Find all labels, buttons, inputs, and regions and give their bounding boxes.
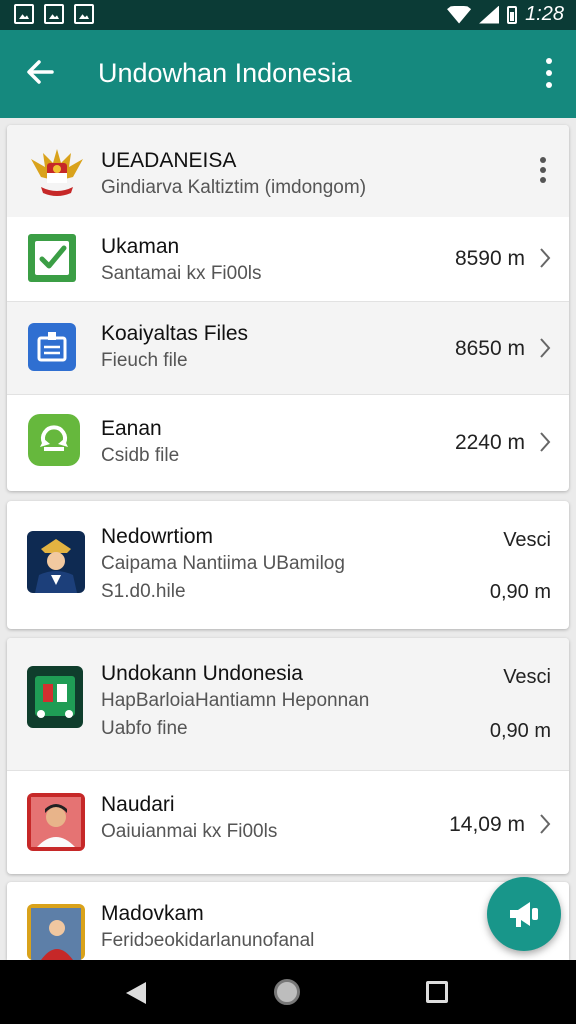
- file-card-description: Feridɔeokidarlanunofanal: [101, 930, 315, 951]
- list-item-subtitle: Fieuch file: [101, 350, 188, 371]
- file-card-type: S1.d0.hile: [101, 581, 186, 602]
- arrow-left-icon[interactable]: [22, 54, 58, 90]
- battery-icon: [507, 5, 518, 24]
- list-item-type: Uabfo fine: [101, 718, 188, 739]
- file-card[interactable]: Madovkam Feridɔeokidarlanunofanal: [7, 882, 569, 960]
- megaphone-icon: [510, 902, 538, 927]
- page-title: Undowhan Indonesia: [98, 58, 352, 88]
- chevron-right-icon: [540, 814, 551, 834]
- list-item[interactable]: Ukaman Santamai kx Fi00ls 8590 m: [7, 217, 569, 301]
- app-bar: Undowhan Indonesia: [0, 30, 576, 118]
- list-item-description: HapBarloiaHantiamn Heponnan: [101, 690, 370, 711]
- list-item-title: Naudari: [101, 793, 175, 816]
- file-card-title: Madovkam: [101, 902, 204, 925]
- garuda-emblem-icon: [31, 149, 83, 196]
- list-item-size: 8590 m: [454, 247, 525, 270]
- people-photo-icon: [27, 904, 85, 960]
- file-group-card: Undokann Undonesia HapBarloiaHantiamn He…: [7, 638, 569, 874]
- more-vert-icon[interactable]: [544, 58, 554, 88]
- green-check-icon: [28, 234, 76, 282]
- chevron-right-icon: [540, 338, 551, 358]
- card-header-title: UEADANEISA: [101, 149, 237, 172]
- file-card-title: Nedowrtiom: [101, 525, 214, 548]
- green-game-icon: [27, 666, 83, 728]
- card-header[interactable]: UEADANEISA Gindiarva Kaltiztim (imdongom…: [7, 125, 569, 217]
- nav-home-icon[interactable]: [274, 979, 300, 1005]
- status-time: 1:28: [525, 3, 564, 25]
- image-notification-icon: [14, 4, 34, 24]
- list-item-title: Eanan: [101, 417, 162, 440]
- status-bar: 1:28: [0, 0, 576, 30]
- officer-portrait-icon: [27, 531, 85, 593]
- notification-icons: [14, 4, 94, 24]
- chevron-right-icon: [540, 432, 551, 452]
- photo-notification-icon: [44, 4, 64, 24]
- list-item[interactable]: Koaiyaltas Files Fieuch file 8650 m: [7, 302, 569, 394]
- list-item-size: 2240 m: [454, 431, 525, 454]
- list-item-subtitle: Csidb file: [101, 445, 180, 466]
- file-group-card: UEADANEISA Gindiarva Kaltiztim (imdongom…: [7, 125, 569, 491]
- file-card-badge: Vesci: [503, 529, 551, 551]
- system-navigation-bar: [0, 960, 576, 1024]
- list-item[interactable]: Eanan Csidb file 2240 m: [7, 395, 569, 491]
- list-item-size: 14,09 m: [449, 813, 525, 836]
- list-item-size: 0,90 m: [489, 720, 551, 742]
- list-item-size: 8650 m: [454, 337, 525, 360]
- megaphone-fab-button[interactable]: [487, 877, 561, 951]
- list-item[interactable]: Undokann Undonesia HapBarloiaHantiamn He…: [7, 638, 569, 770]
- list-item-title: Ukaman: [101, 235, 180, 258]
- more-vert-icon[interactable]: [539, 157, 547, 183]
- green-sync-icon: [28, 414, 80, 466]
- file-card-description: Caipama Nantiima UBamilog: [101, 553, 345, 574]
- list-item-badge: Vesci: [503, 666, 551, 688]
- signal-icon: [479, 5, 500, 24]
- file-card-size: 0,90 m: [489, 581, 551, 603]
- wifi-icon: [447, 5, 472, 24]
- nav-back-icon[interactable]: [124, 980, 148, 1006]
- list-item-subtitle: Oaiuianmai kx Fi00ls: [101, 821, 278, 842]
- blue-document-icon: [28, 323, 76, 371]
- list-item[interactable]: Naudari Oaiuianmai kx Fi00ls 14,09 m: [7, 771, 569, 874]
- nav-recent-icon[interactable]: [426, 981, 448, 1003]
- list-item-title: Undokann Undonesia: [101, 662, 303, 685]
- list-item-title: Koaiyaltas Files: [101, 322, 249, 345]
- file-card[interactable]: Nedowrtiom Caipama Nantiima UBamilog S1.…: [7, 501, 569, 629]
- gallery-notification-icon: [74, 4, 94, 24]
- portrait-photo-icon: [27, 793, 85, 851]
- chevron-right-icon: [540, 248, 551, 268]
- card-header-subtitle: Gindiarva Kaltiztim (imdongom): [101, 177, 367, 198]
- system-icons: 1:28: [447, 3, 564, 26]
- list-item-subtitle: Santamai kx Fi00ls: [101, 263, 262, 284]
